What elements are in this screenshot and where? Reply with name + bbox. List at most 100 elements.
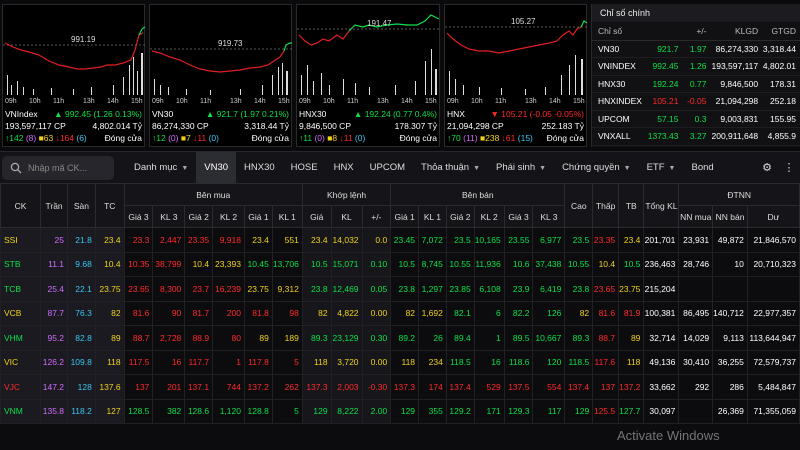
- ref-label: 191.47: [367, 19, 392, 28]
- tab-put-through[interactable]: Thỏa thuận ▼: [413, 152, 488, 184]
- match-change: -0.30: [361, 374, 392, 400]
- bid-vol-2: 1: [212, 349, 245, 375]
- index-value: 992.45: [647, 57, 683, 76]
- down-count: 61: [505, 133, 516, 143]
- index-row[interactable]: VNXALL 1373.43 3.27 200,911,648 4,855.9: [592, 127, 800, 146]
- match-volume: 23,129: [330, 325, 363, 351]
- floor-count: (6): [76, 133, 87, 143]
- search-input[interactable]: [28, 162, 108, 173]
- symbol[interactable]: TCB: [0, 276, 42, 302]
- board-row[interactable]: STB 11.1 9.68 10.4 10.35 38,799 10.4 23,393 10.4…: [0, 251, 800, 277]
- symbol[interactable]: SSI: [0, 227, 42, 253]
- svg-text:15h: 15h: [131, 98, 143, 105]
- ask-price-2: 118.5: [445, 349, 475, 375]
- foreign-sell: 10: [712, 251, 748, 277]
- reference-price: 82: [94, 300, 125, 326]
- tab-hnx30[interactable]: HNX30: [236, 152, 283, 184]
- svg-text:09h: 09h: [299, 98, 311, 105]
- index-line: [446, 26, 582, 54]
- symbol[interactable]: VIC: [0, 349, 42, 375]
- foreign-buy: 14,029: [678, 325, 714, 351]
- col-match-volume: KL: [330, 205, 363, 228]
- index-row[interactable]: UPCOM 57.15 0.3 9,003,831 155.95: [592, 110, 800, 128]
- board-row[interactable]: SSI 25 21.8 23.4 23.3 2,447 23.35 9,918 23.4 551 2…: [0, 227, 800, 253]
- match-volume: 3,720: [330, 349, 363, 375]
- foreign-sell: 9,113: [712, 325, 748, 351]
- more-menu-icon[interactable]: ⋮: [778, 161, 800, 174]
- ask-vol-1: 7,072: [418, 227, 447, 253]
- match-volume: 14,032: [330, 227, 363, 253]
- index-value: 1373.43: [647, 127, 683, 146]
- chart-panel-hnx[interactable]: 105.27 09h 10h 11h 13h 14h 15h HNX ▼ 105.21 …: [444, 4, 588, 147]
- tab-hnx[interactable]: HNX: [326, 152, 362, 184]
- high-price: 137.4: [564, 374, 594, 400]
- tab-vn30[interactable]: VN30: [196, 151, 237, 184]
- foreign-buy: [678, 398, 714, 424]
- match-change: 0.10: [361, 251, 392, 277]
- tab-watchlist[interactable]: Danh mục ▼: [126, 152, 196, 184]
- ask-vol-2: 6: [473, 300, 505, 326]
- average-price: 89: [618, 325, 645, 351]
- match-price: 82: [301, 300, 332, 326]
- up-count: 142: [9, 133, 24, 143]
- bid-price-2: 10.4: [184, 251, 214, 277]
- svg-text:15h: 15h: [278, 98, 290, 105]
- tab-warrants[interactable]: Chứng quyền ▼: [554, 152, 639, 184]
- board-row[interactable]: VNM 135.8 118.2 127 128.5 382 128.6 1,120 128.8 5…: [0, 398, 800, 424]
- board-row[interactable]: VJC 147.2 128 137.6 137 201 137.1 744 137.2 262 13…: [0, 374, 800, 400]
- ceil-count: (0): [168, 133, 179, 143]
- symbol[interactable]: VHM: [0, 325, 42, 351]
- col-match-change: +/-: [361, 205, 392, 228]
- ask-vol-1: 1,297: [418, 276, 447, 302]
- time-axis: 09h 10h 11h 13h 14h 15h: [5, 98, 143, 105]
- col-average: TB: [618, 183, 645, 228]
- gear-icon[interactable]: ⚙: [756, 161, 778, 174]
- symbol[interactable]: VNM: [0, 398, 42, 424]
- symbol[interactable]: VCB: [0, 300, 42, 326]
- index-row[interactable]: HNXINDEX 105.21 -0.05 21,094,298 252.18: [592, 92, 800, 111]
- ceiling-price: 11.1: [40, 251, 69, 277]
- board-row[interactable]: VHM 95.2 82.8 89 88.7 2,728 88.9 80 89 189 89.3 23,…: [0, 325, 800, 351]
- up-count: 12: [156, 133, 166, 143]
- index-change: 921.7 (1.97 0.21%): [216, 109, 289, 119]
- bid-price-2: 128.6: [184, 398, 214, 424]
- market-status: Đóng cửa: [399, 133, 437, 143]
- match-change: 0.05: [361, 276, 392, 302]
- bid-vol-1: 189: [271, 325, 303, 351]
- board-row[interactable]: VCB 87.7 76.3 82 81.6 90 81.7 200 81.8 98 82 4,822 0…: [0, 300, 800, 326]
- chart-panel-hnx30[interactable]: 191.47 09h 10h 11h 13h 14h 15h HNX30 ▲ 192.2…: [296, 4, 441, 147]
- time-axis: 09h 10h 11h 13h 14h 15h: [447, 98, 585, 105]
- ask-price-2: 10.55: [445, 251, 475, 277]
- match-volume: 8,222: [330, 398, 363, 424]
- floor-price: 82.8: [67, 325, 96, 351]
- ask-price-2: 89.4: [445, 325, 475, 351]
- svg-text:15h: 15h: [425, 98, 437, 105]
- average-price: 23.4: [618, 227, 645, 253]
- index-row[interactable]: VN30 921.7 1.97 86,274,330 3,318.44: [592, 40, 800, 58]
- low-price: 10.4: [592, 251, 620, 277]
- foreign-buy: 30,410: [678, 349, 714, 375]
- foreign-room: 72,579,737: [746, 349, 800, 375]
- chart-panel-vnindex[interactable]: 991.19 09h 10h 11h 13h 14h 15h VNIndex ▲ 992…: [2, 4, 146, 147]
- ref-label: 919.73: [218, 39, 243, 48]
- index-trade-value: 178.31: [762, 75, 800, 93]
- chart-panel-vn30[interactable]: 919.73 09h 10h 11h 13h 14h 15h VN30 ▲ 921.7 …: [149, 4, 293, 147]
- board-row[interactable]: TCB 25.4 22.1 23.75 23.65 8,300 23.7 16,239 23.7…: [0, 276, 800, 302]
- col-symbol[interactable]: CK: [0, 183, 42, 228]
- col-match-price: Giá: [301, 205, 332, 228]
- index-row[interactable]: HNX30 192.24 0.77 9,846,500 178.31: [592, 75, 800, 93]
- ask-price-3: 10.6: [503, 251, 534, 277]
- index-row[interactable]: VNINDEX 992.45 1.26 193,597,117 4,802.01: [592, 57, 800, 76]
- foreign-buy: 86,495: [678, 300, 714, 326]
- tab-bond[interactable]: Bond: [683, 152, 721, 184]
- symbol[interactable]: STB: [0, 251, 42, 277]
- bid-price-2: 117.7: [184, 349, 214, 375]
- stock-search[interactable]: [2, 155, 114, 180]
- symbol[interactable]: VJC: [0, 374, 42, 400]
- tab-etf[interactable]: ETF ▼: [639, 152, 684, 184]
- board-row[interactable]: VIC 126.2 109.8 118 117.5 16 117.7 1 117.8 5 118 3,…: [0, 349, 800, 375]
- tab-upcom[interactable]: UPCOM: [362, 152, 413, 184]
- tab-hose[interactable]: HOSE: [283, 152, 326, 184]
- col-high: Cao: [564, 183, 594, 228]
- tab-derivatives[interactable]: Phái sinh ▼: [488, 152, 554, 184]
